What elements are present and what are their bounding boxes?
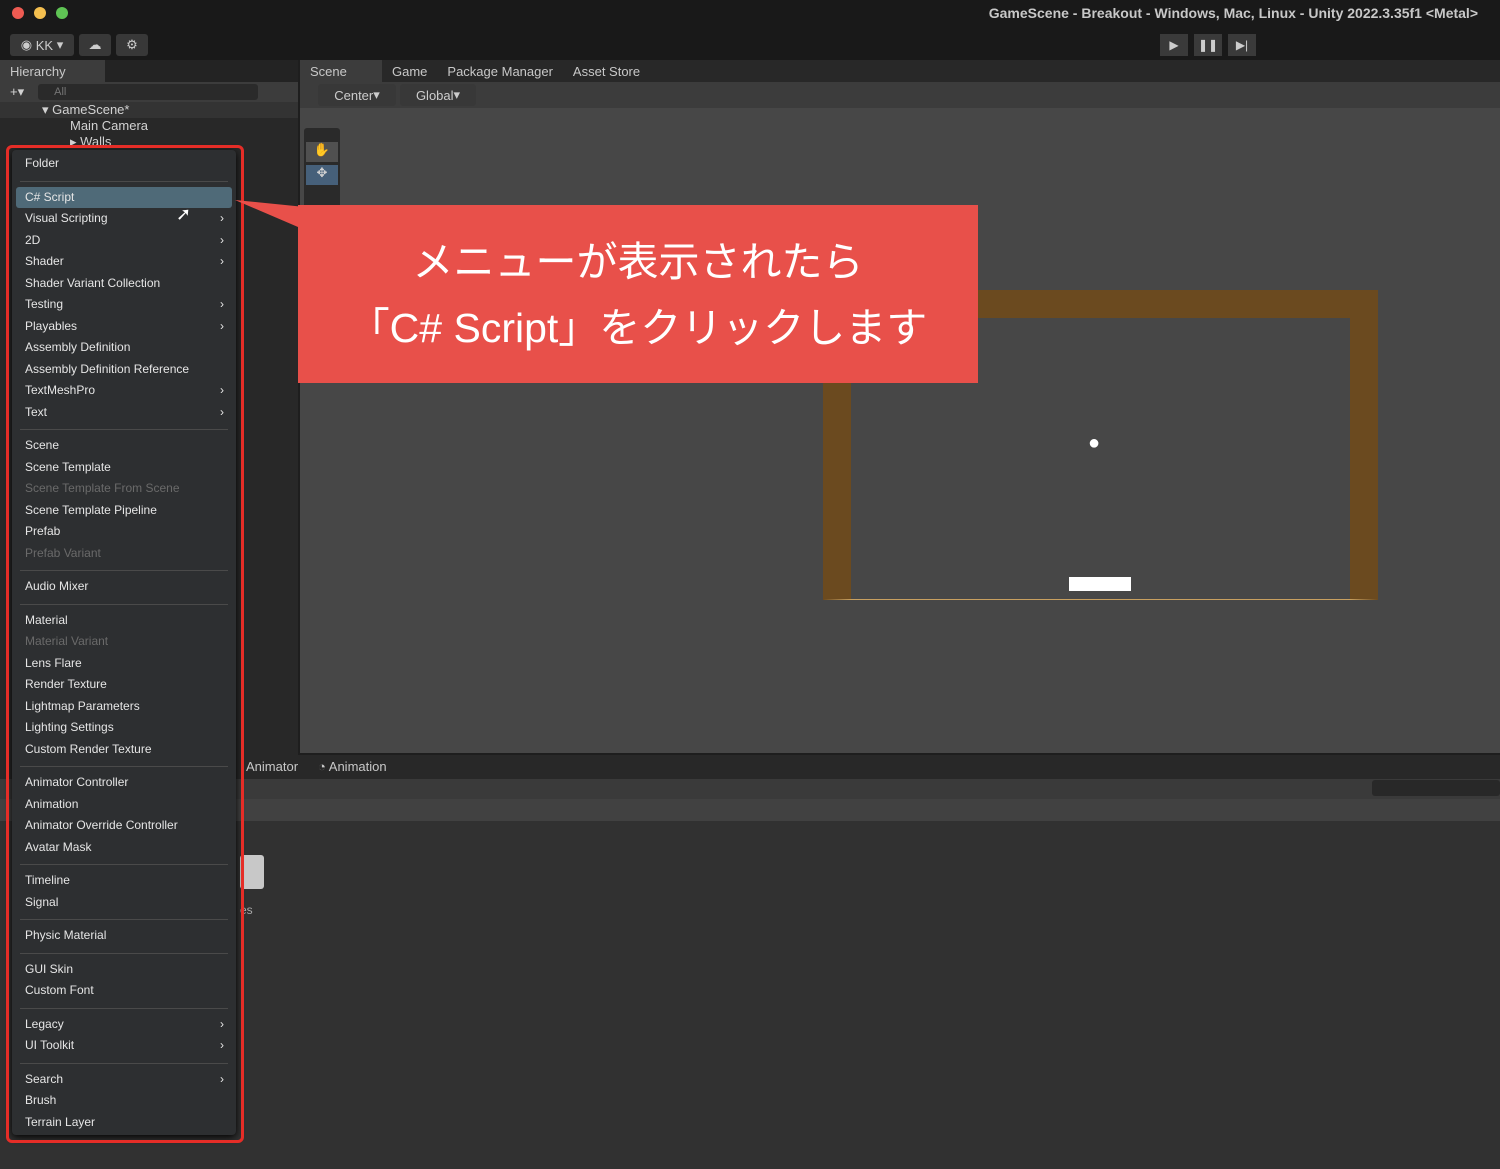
window-title: GameScene - Breakout - Windows, Mac, Lin… — [988, 5, 1478, 21]
instruction-callout: メニューが表示されたら 「C# Script」をクリックします — [298, 205, 978, 383]
hand-tool[interactable]: ✋ — [306, 142, 338, 162]
space-dropdown[interactable]: Global ▾ — [400, 84, 476, 106]
scene-name: GameScene* — [52, 102, 130, 117]
pause-icon: ❚❚ — [1197, 38, 1219, 52]
search-input[interactable] — [1372, 780, 1500, 796]
tab-hierarchy[interactable]: Hierarchy — [0, 60, 105, 82]
step-button[interactable]: ▶| — [1228, 34, 1256, 56]
zoom-button[interactable] — [56, 7, 68, 19]
tab-animator[interactable]: Animator — [236, 755, 308, 779]
move-tool[interactable]: ✥ — [306, 165, 338, 185]
tab-package-manager[interactable]: Package Manager — [437, 60, 563, 82]
cloud-icon: ☁ — [88, 37, 102, 52]
space-label: Global — [415, 87, 454, 103]
item-label: Main Camera — [70, 118, 149, 133]
pause-button[interactable]: ❚❚ — [1194, 34, 1222, 56]
pivot-dropdown[interactable]: Center ▾ — [318, 84, 396, 106]
scene-view[interactable]: Scene Game Package Manager Asset Store C… — [300, 60, 1500, 753]
callout-line-1: メニューが表示されたら — [412, 239, 864, 285]
cloud-button[interactable]: ☁ — [79, 34, 111, 56]
step-icon: ▶| — [1235, 38, 1249, 52]
services-button[interactable]: ⚙ — [116, 34, 148, 56]
camera-icon: ● — [1088, 432, 1101, 454]
account-label: KK — [35, 37, 54, 53]
tab-label: Animation — [328, 759, 387, 774]
play-icon: ▶ — [1169, 38, 1179, 52]
minimize-button[interactable] — [34, 7, 46, 19]
hierarchy-search-input[interactable] — [38, 84, 259, 100]
clock-icon: ◔ — [318, 759, 329, 774]
paddle — [1069, 577, 1131, 591]
add-icon[interactable]: +▾ — [10, 84, 24, 100]
tab-animation[interactable]: ◔ Animation — [308, 755, 397, 779]
title-bar: GameScene - Breakout - Windows, Mac, Lin… — [0, 0, 1500, 60]
pivot-label: Center — [334, 87, 374, 103]
annotation-frame — [6, 145, 244, 1143]
play-button[interactable]: ▶ — [1160, 34, 1188, 56]
tab-asset-store[interactable]: Asset Store — [563, 60, 650, 82]
account-button[interactable]: ◉ KK ▾ — [10, 34, 74, 56]
callout-line-2: 「C# Script」をクリックします — [348, 305, 928, 351]
close-button[interactable] — [12, 7, 24, 19]
tab-game[interactable]: Game — [382, 60, 437, 82]
hierarchy-item[interactable]: Main Camera — [0, 118, 298, 134]
tab-scene[interactable]: Scene — [300, 60, 382, 82]
gear-icon: ⚙ — [126, 37, 138, 52]
scene-row[interactable]: ▾ GameScene* — [0, 102, 298, 118]
